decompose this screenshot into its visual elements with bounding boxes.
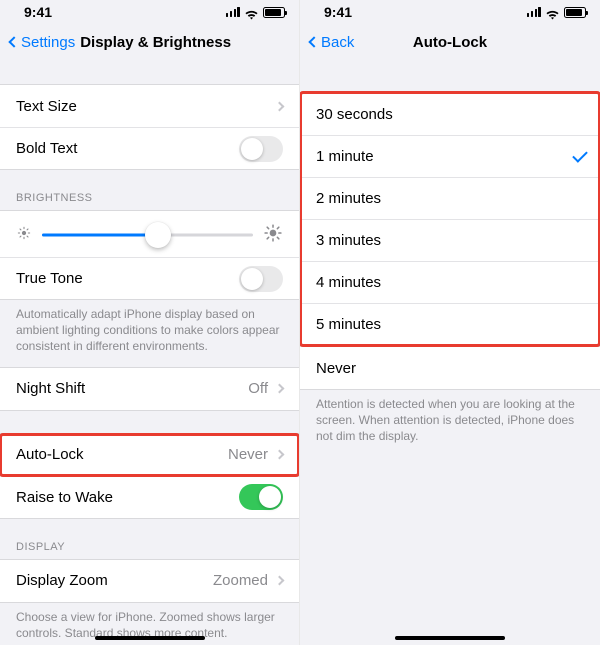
screen-auto-lock: 9:41 Back Auto-Lock 30 seconds 1 minute 2 …: [300, 0, 600, 645]
cellular-signal-icon: [527, 7, 541, 17]
row-option-never[interactable]: Never: [300, 347, 600, 389]
page-title: Auto-Lock: [300, 34, 600, 51]
row-label: Text Size: [16, 98, 77, 115]
back-button[interactable]: Settings: [10, 34, 75, 51]
section-header-brightness: BRIGHTNESS: [0, 170, 299, 210]
chevron-right-icon: [275, 450, 285, 460]
chevron-left-icon: [8, 36, 19, 47]
page-title: Display & Brightness: [80, 34, 231, 51]
row-display-zoom[interactable]: Display Zoom Zoomed: [0, 560, 299, 602]
nav-bar: Back Auto-Lock: [300, 24, 600, 60]
home-indicator: [95, 636, 205, 640]
footer-true-tone: Automatically adapt iPhone display based…: [0, 300, 299, 359]
screen-display-brightness: 9:41 Settings Display & Brightness: [0, 0, 300, 645]
row-label: 4 minutes: [316, 274, 381, 291]
row-label: 2 minutes: [316, 190, 381, 207]
cellular-signal-icon: [226, 7, 240, 17]
row-label: 30 seconds: [316, 106, 393, 123]
status-bar: 9:41: [300, 0, 600, 24]
row-label: 3 minutes: [316, 232, 381, 249]
group-text: Text Size Bold Text: [0, 84, 299, 170]
nav-bar: Settings Display & Brightness: [0, 24, 299, 60]
row-night-shift[interactable]: Night Shift Off: [0, 368, 299, 410]
brightness-slider[interactable]: [42, 221, 253, 249]
row-true-tone[interactable]: True Tone: [0, 257, 299, 299]
chevron-right-icon: [275, 384, 285, 394]
raise-to-wake-toggle[interactable]: [239, 484, 283, 510]
status-bar: 9:41: [0, 0, 299, 24]
group-lock: Auto-Lock Never Raise to Wake: [0, 433, 299, 519]
row-label: Never: [316, 360, 356, 377]
content: 30 seconds 1 minute 2 minutes 3 minutes 4 mi…: [300, 60, 600, 449]
row-text-size[interactable]: Text Size: [0, 85, 299, 127]
row-option[interactable]: 1 minute: [300, 135, 600, 177]
row-bold-text[interactable]: Bold Text: [0, 127, 299, 169]
home-indicator: [395, 636, 505, 640]
battery-icon: [263, 7, 285, 18]
row-label: Night Shift: [16, 380, 85, 397]
row-auto-lock[interactable]: Auto-Lock Never: [0, 434, 299, 476]
group-autolock-options: 30 seconds 1 minute 2 minutes 3 minutes 4 mi…: [300, 92, 600, 346]
row-option[interactable]: 3 minutes: [300, 219, 600, 261]
row-option[interactable]: 30 seconds: [300, 93, 600, 135]
row-value: Zoomed: [213, 572, 268, 589]
section-header-display: DISPLAY: [0, 519, 299, 559]
wifi-icon: [244, 7, 259, 18]
status-time: 9:41: [24, 4, 52, 20]
status-right: [226, 7, 285, 18]
wifi-icon: [545, 7, 560, 18]
row-option[interactable]: 2 minutes: [300, 177, 600, 219]
group-autolock-never: Never: [300, 346, 600, 390]
group-brightness: True Tone: [0, 210, 299, 300]
battery-icon: [564, 7, 586, 18]
chevron-right-icon: [275, 576, 285, 586]
row-value: Never: [228, 446, 268, 463]
brightness-slider-row: [0, 211, 299, 257]
chevron-right-icon: [275, 101, 285, 111]
row-option[interactable]: 5 minutes: [300, 303, 600, 345]
group-night-shift: Night Shift Off: [0, 367, 299, 411]
true-tone-toggle[interactable]: [239, 266, 283, 292]
status-right: [527, 7, 586, 18]
row-option[interactable]: 4 minutes: [300, 261, 600, 303]
row-label: 5 minutes: [316, 316, 381, 333]
row-label: True Tone: [16, 270, 83, 287]
status-time: 9:41: [324, 4, 352, 20]
bold-text-toggle[interactable]: [239, 136, 283, 162]
checkmark-icon: [572, 147, 588, 163]
row-label: Bold Text: [16, 140, 77, 157]
footer-attention: Attention is detected when you are looki…: [300, 390, 600, 449]
content: Text Size Bold Text BRIGHTNESS: [0, 60, 299, 645]
back-label: Settings: [21, 34, 75, 51]
sun-dim-icon: [16, 225, 32, 246]
row-label: 1 minute: [316, 148, 374, 165]
row-label: Raise to Wake: [16, 489, 113, 506]
row-label: Auto-Lock: [16, 446, 84, 463]
row-label: Display Zoom: [16, 572, 108, 589]
sun-bright-icon: [263, 223, 283, 248]
row-value: Off: [248, 380, 268, 397]
group-display-zoom: Display Zoom Zoomed: [0, 559, 299, 603]
row-raise-to-wake[interactable]: Raise to Wake: [0, 476, 299, 518]
